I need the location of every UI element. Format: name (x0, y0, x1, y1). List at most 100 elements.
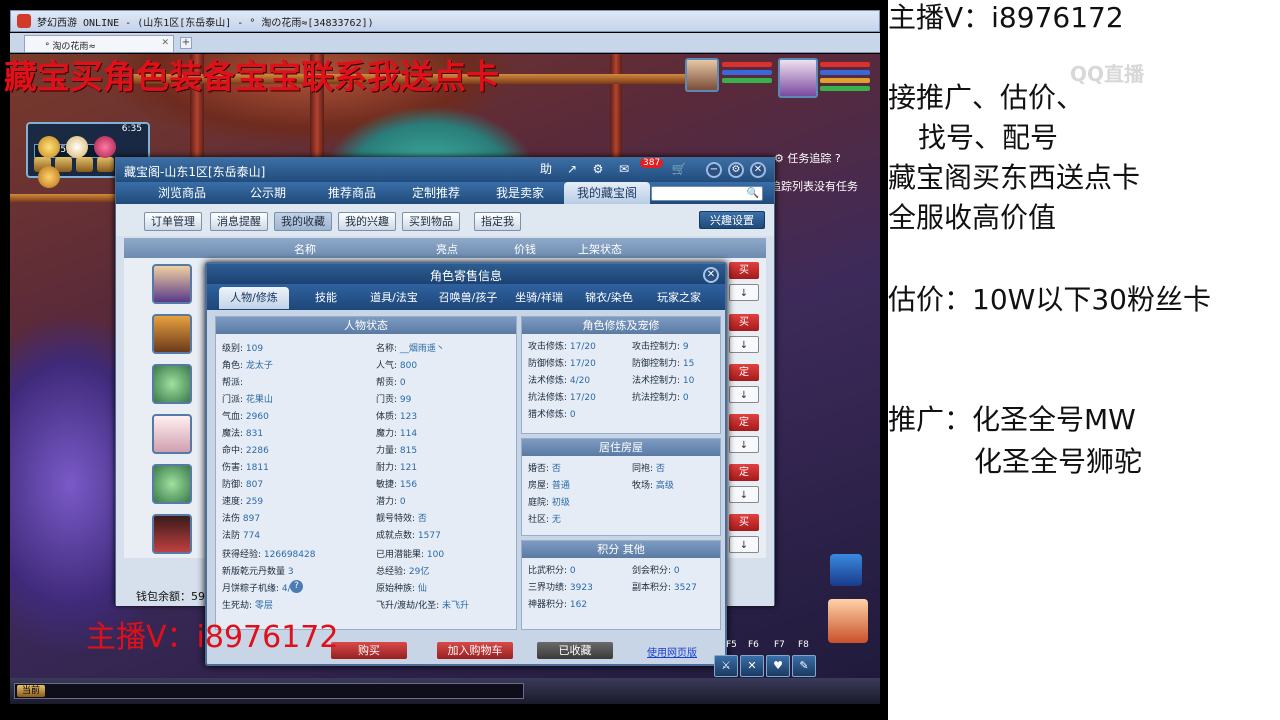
list-item-avatar[interactable] (152, 514, 192, 554)
tab-recommend[interactable]: 推荐商品 (312, 182, 392, 204)
stat-value: 259 (245, 497, 264, 507)
cbg-header: 藏宝阁-山东1区[东岳泰山] 助 ↗ ⚙ ✉ 387 🛒 − ⚙ ✕ (116, 157, 774, 182)
web-version-link[interactable]: 使用网页版 (647, 644, 697, 659)
list-item-avatar[interactable] (152, 464, 192, 504)
search-input[interactable]: 🔍 (651, 186, 763, 201)
shop-icon[interactable] (38, 166, 60, 188)
buy-button[interactable]: 买 (729, 514, 759, 531)
tab-mounts[interactable]: 坐骑/祥瑞 (507, 287, 571, 309)
row-menu-button[interactable]: ↓ (729, 486, 759, 503)
stat-label: 人气: (376, 361, 398, 371)
list-item-avatar[interactable] (152, 364, 192, 404)
character-portrait[interactable] (828, 599, 868, 643)
stat-item: 体质: 123 (376, 409, 417, 422)
tab-seller[interactable]: 我是卖家 (480, 182, 560, 204)
stat-label: 防御控制力: (632, 359, 681, 369)
stat-value: 17/20 (569, 393, 596, 403)
hotkey-slot[interactable]: ✕ (740, 655, 764, 677)
stat-value: 15 (682, 359, 695, 369)
favorited-button[interactable]: 已收藏 (537, 642, 613, 659)
stat-value: 0 (399, 378, 406, 388)
list-item-avatar[interactable] (152, 264, 192, 304)
bought-items-button[interactable]: 买到物品 (402, 212, 460, 231)
list-item-avatar[interactable] (152, 314, 192, 354)
reserve-button[interactable]: 定 (729, 464, 759, 481)
stat-item: 帮贡: 0 (376, 375, 406, 388)
stat-item: 防御修炼: 17/20 (528, 356, 596, 369)
task-tracking-label[interactable]: ⚙ 任务追踪 ? (774, 150, 841, 166)
buy-button[interactable]: 买 (729, 314, 759, 331)
order-manage-button[interactable]: 订单管理 (144, 212, 202, 231)
chat-channel-button[interactable]: 当前 (17, 685, 45, 697)
buy-button[interactable]: 购买 (331, 642, 407, 659)
stat-label: 生死劫: (222, 601, 253, 611)
cart-icon[interactable]: 🛒 (669, 162, 689, 176)
close-icon[interactable]: ✕ (703, 267, 719, 283)
activity-icon[interactable] (38, 136, 60, 158)
stat-value: 156 (399, 480, 418, 490)
bag-icon[interactable] (97, 157, 114, 172)
share-icon[interactable]: ↗ (562, 162, 582, 176)
interest-settings-button[interactable]: 兴趣设置 (699, 211, 765, 229)
stat-item: 抗法修炼: 17/20 (528, 390, 596, 403)
close-button[interactable]: ✕ (750, 162, 766, 178)
house-title: 居住房屋 (522, 439, 720, 456)
my-favorites-button[interactable]: 我的收藏 (274, 212, 332, 231)
new-tab-button[interactable]: + (180, 37, 192, 49)
row-menu-button[interactable]: ↓ (729, 336, 759, 353)
row-menu-button[interactable]: ↓ (729, 436, 759, 453)
tab-public[interactable]: 公示期 (228, 182, 308, 204)
row-menu-button[interactable]: ↓ (729, 386, 759, 403)
flower-icon[interactable] (94, 136, 116, 158)
tab-my-cbg[interactable]: 我的藏宝阁 (564, 182, 650, 204)
stat-item: 已用潜能果: 100 (376, 547, 444, 560)
close-tab-icon[interactable]: ✕ (161, 38, 169, 48)
buy-button[interactable]: 买 (729, 262, 759, 279)
tab-custom[interactable]: 定制推荐 (396, 182, 476, 204)
gear-icon[interactable]: ⚙ (774, 152, 787, 165)
tab-browse[interactable]: 浏览商品 (142, 182, 222, 204)
stat-label: 原始种族: (376, 584, 416, 594)
dream-logo-icon[interactable] (830, 554, 862, 586)
search-icon[interactable]: 🔍 (747, 188, 759, 199)
add-to-cart-button[interactable]: 加入购物车 (437, 642, 513, 659)
stat-item: 名称: __烟雨遥丶 (376, 341, 445, 354)
pet-avatar[interactable] (685, 58, 719, 92)
reserve-button[interactable]: 定 (729, 414, 759, 431)
hotkey-slot[interactable]: ✎ (792, 655, 816, 677)
message-remind-button[interactable]: 消息提醒 (210, 212, 268, 231)
tab-outfits[interactable]: 锦衣/染色 (577, 287, 641, 309)
hotkey-slot[interactable]: ♥ (766, 655, 790, 677)
help-icon[interactable]: ? (290, 580, 303, 593)
pet-icon[interactable] (76, 157, 93, 172)
reserve-button[interactable]: 定 (729, 364, 759, 381)
stat-label: 猎术修炼: (528, 410, 568, 420)
my-interest-button[interactable]: 我的兴趣 (338, 212, 396, 231)
row-menu-button[interactable]: ↓ (729, 284, 759, 301)
stat-value: 9 (682, 342, 689, 352)
hotkey-slot[interactable]: ⚔ (714, 655, 738, 677)
tab-pets[interactable]: 召唤兽/孩子 (431, 287, 505, 309)
row-menu-button[interactable]: ↓ (729, 536, 759, 553)
tab-character[interactable]: 人物/修炼 (219, 287, 289, 309)
settings-icon[interactable]: ⚙ (588, 162, 608, 176)
help-icon[interactable]: ? (831, 152, 841, 165)
tab-skills[interactable]: 技能 (299, 287, 353, 309)
mail-icon[interactable]: ✉ (614, 162, 634, 176)
chat-input[interactable]: 当前 (14, 683, 524, 699)
minimize-button[interactable]: − (706, 162, 722, 178)
player-mp-bar (820, 70, 870, 75)
help-button[interactable]: 助 (536, 160, 556, 177)
stat-item: 帮派: (222, 375, 243, 388)
list-item-avatar[interactable] (152, 414, 192, 454)
tab-home[interactable]: 玩家之家 (647, 287, 711, 309)
settings-button[interactable]: ⚙ (728, 162, 744, 178)
stat-item: 耐力: 121 (376, 460, 417, 473)
stat-label: 体质: (376, 412, 398, 422)
fkey-label: F5 (726, 640, 737, 650)
player-avatar[interactable] (778, 58, 818, 98)
fkey-label: F6 (748, 640, 759, 650)
assigned-me-button[interactable]: 指定我 (474, 212, 521, 231)
event-icon[interactable] (66, 136, 88, 158)
tab-items[interactable]: 道具/法宝 (359, 287, 429, 309)
